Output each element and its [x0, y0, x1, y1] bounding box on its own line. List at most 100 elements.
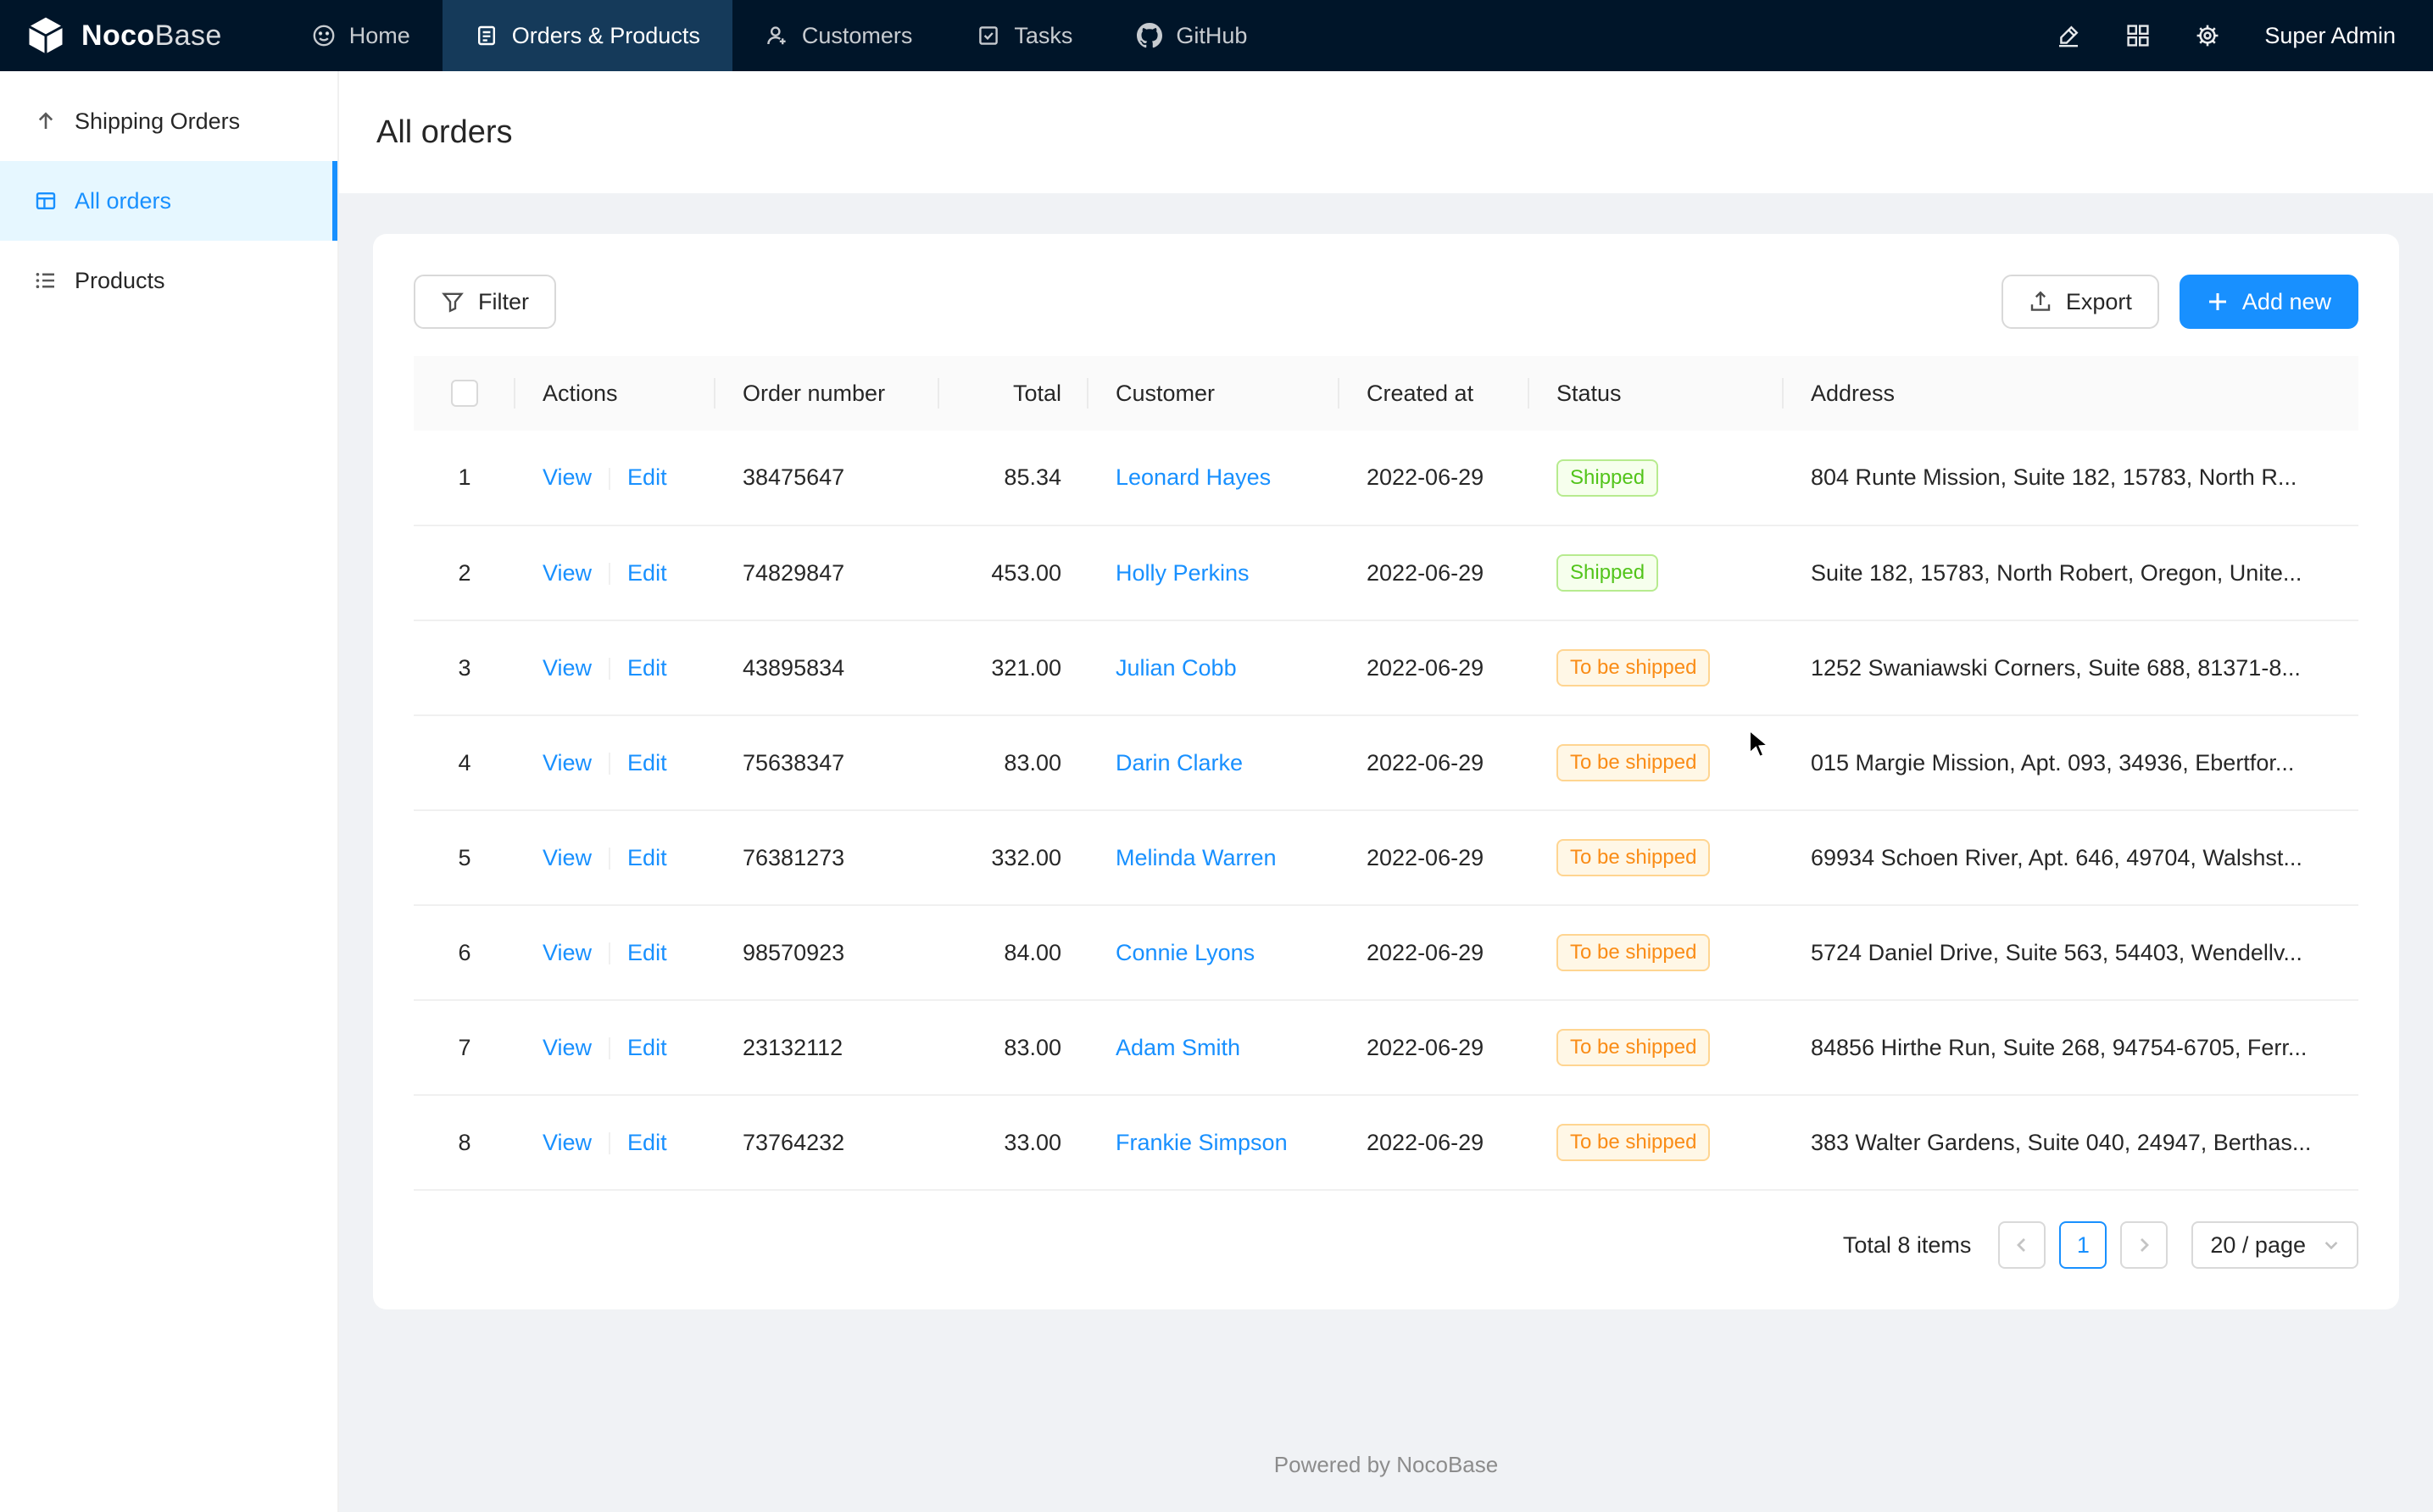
sidebar-item-label: Shipping Orders	[75, 108, 240, 135]
arrow-up-icon	[34, 109, 58, 133]
nav-item-customers[interactable]: Customers	[732, 0, 945, 71]
customer-link[interactable]: Holly Perkins	[1116, 560, 1250, 586]
edit-link[interactable]: Edit	[627, 464, 667, 490]
table-row: 2 ViewEdit 74829847 453.00 Holly Perkins…	[414, 525, 2358, 620]
customer-link[interactable]: Leonard Hayes	[1116, 464, 1271, 490]
prev-page-button[interactable]	[1998, 1221, 2046, 1269]
customer-link[interactable]: Frankie Simpson	[1116, 1130, 1288, 1155]
edit-link[interactable]: Edit	[627, 845, 667, 870]
table-row: 7 ViewEdit 23132112 83.00 Adam Smith 202…	[414, 1000, 2358, 1095]
next-page-button[interactable]	[2120, 1221, 2168, 1269]
content-area: Filter Export Add new	[339, 193, 2433, 1512]
table-body: 1 ViewEdit 38475647 85.34 Leonard Hayes …	[414, 431, 2358, 1190]
edit-link[interactable]: Edit	[627, 940, 667, 965]
edit-link[interactable]: Edit	[627, 655, 667, 681]
customer-link[interactable]: Julian Cobb	[1116, 655, 1237, 681]
nav-item-home[interactable]: Home	[280, 0, 443, 71]
action-divider	[609, 468, 610, 490]
add-new-button[interactable]: Add new	[2180, 275, 2358, 329]
edit-link[interactable]: Edit	[627, 1035, 667, 1060]
filter-button-label: Filter	[478, 289, 529, 315]
edit-link[interactable]: Edit	[627, 1130, 667, 1155]
top-navbar: NocoBase Home Orders & Products Customer…	[0, 0, 2433, 71]
created-at-cell: 2022-06-29	[1339, 1000, 1529, 1095]
tasks-icon	[977, 24, 1000, 47]
view-link[interactable]: View	[543, 560, 592, 586]
customer-link[interactable]: Connie Lyons	[1116, 940, 1255, 965]
status-badge: To be shipped	[1556, 649, 1710, 687]
logo[interactable]: NocoBase	[0, 0, 256, 71]
sidebar-item-label: All orders	[75, 188, 171, 214]
nav-item-tasks[interactable]: Tasks	[944, 0, 1105, 71]
total-cell: 83.00	[939, 1000, 1088, 1095]
address-cell: Suite 182, 15783, North Robert, Oregon, …	[1784, 525, 2358, 620]
user-menu[interactable]: Super Admin	[2264, 23, 2396, 49]
customer-link[interactable]: Darin Clarke	[1116, 750, 1243, 775]
export-button[interactable]: Export	[2002, 275, 2159, 329]
view-link[interactable]: View	[543, 940, 592, 965]
order-number-cell: 43895834	[715, 620, 939, 715]
customer-link[interactable]: Melinda Warren	[1116, 845, 1277, 870]
page-size-select[interactable]: 20 / page	[2191, 1221, 2358, 1269]
total-cell: 84.00	[939, 905, 1088, 1000]
list-icon	[34, 269, 58, 292]
column-header-address: Address	[1784, 356, 2358, 431]
page-number-button[interactable]: 1	[2059, 1221, 2107, 1269]
action-divider	[609, 848, 610, 870]
column-header-actions: Actions	[515, 356, 715, 431]
nav-item-label: GitHub	[1176, 23, 1247, 49]
column-header-order-number: Order number	[715, 356, 939, 431]
sidebar-item-products[interactable]: Products	[0, 241, 337, 320]
topnav-right: Super Admin	[2056, 0, 2433, 71]
table-row: 6 ViewEdit 98570923 84.00 Connie Lyons 2…	[414, 905, 2358, 1000]
total-cell: 83.00	[939, 715, 1088, 810]
view-link[interactable]: View	[543, 845, 592, 870]
table-row: 3 ViewEdit 43895834 321.00 Julian Cobb 2…	[414, 620, 2358, 715]
powered-by-footer: Powered by NocoBase	[373, 1428, 2399, 1488]
column-header-created-at: Created at	[1339, 356, 1529, 431]
gear-icon[interactable]	[2195, 23, 2220, 48]
order-number-cell: 23132112	[715, 1000, 939, 1095]
edit-link[interactable]: Edit	[627, 560, 667, 586]
table-header: Actions Order number Total Customer Crea…	[414, 356, 2358, 431]
nav-item-github[interactable]: GitHub	[1105, 0, 1279, 71]
nav-item-label: Customers	[802, 23, 913, 49]
created-at-cell: 2022-06-29	[1339, 810, 1529, 905]
app-root: NocoBase Home Orders & Products Customer…	[0, 0, 2433, 1512]
row-index: 4	[458, 750, 470, 775]
customer-link[interactable]: Adam Smith	[1116, 1035, 1240, 1060]
view-link[interactable]: View	[543, 464, 592, 490]
grid-icon[interactable]	[2125, 23, 2151, 48]
customers-icon	[765, 24, 788, 47]
table-toolbar: Filter Export Add new	[414, 275, 2358, 329]
export-icon	[2029, 290, 2052, 314]
view-link[interactable]: View	[543, 1130, 592, 1155]
nav-item-orders-products[interactable]: Orders & Products	[443, 0, 732, 71]
edit-link[interactable]: Edit	[627, 750, 667, 775]
pagination-total: Total 8 items	[1843, 1232, 1972, 1259]
filter-button[interactable]: Filter	[414, 275, 556, 329]
logo-text: NocoBase	[81, 19, 222, 53]
sidebar-item-shipping-orders[interactable]: Shipping Orders	[0, 81, 337, 161]
view-link[interactable]: View	[543, 1035, 592, 1060]
highlighter-icon[interactable]	[2056, 23, 2081, 48]
total-cell: 332.00	[939, 810, 1088, 905]
export-button-label: Export	[2066, 289, 2132, 315]
sidebar-item-all-orders[interactable]: All orders	[0, 161, 337, 241]
view-link[interactable]: View	[543, 655, 592, 681]
add-new-button-label: Add new	[2242, 289, 2331, 315]
select-all-checkbox[interactable]	[451, 380, 478, 407]
nocobase-logo-icon	[24, 14, 68, 58]
toolbar-right: Export Add new	[2002, 275, 2358, 329]
sidebar: Shipping Orders All orders Products	[0, 71, 339, 1512]
github-icon	[1137, 23, 1162, 48]
view-link[interactable]: View	[543, 750, 592, 775]
status-badge: To be shipped	[1556, 934, 1710, 971]
action-divider	[609, 942, 610, 964]
status-badge: To be shipped	[1556, 744, 1710, 781]
column-header-status: Status	[1529, 356, 1784, 431]
address-cell: 5724 Daniel Drive, Suite 563, 54403, Wen…	[1784, 905, 2358, 1000]
created-at-cell: 2022-06-29	[1339, 1095, 1529, 1190]
order-number-cell: 98570923	[715, 905, 939, 1000]
address-cell: 015 Margie Mission, Apt. 093, 34936, Ebe…	[1784, 715, 2358, 810]
